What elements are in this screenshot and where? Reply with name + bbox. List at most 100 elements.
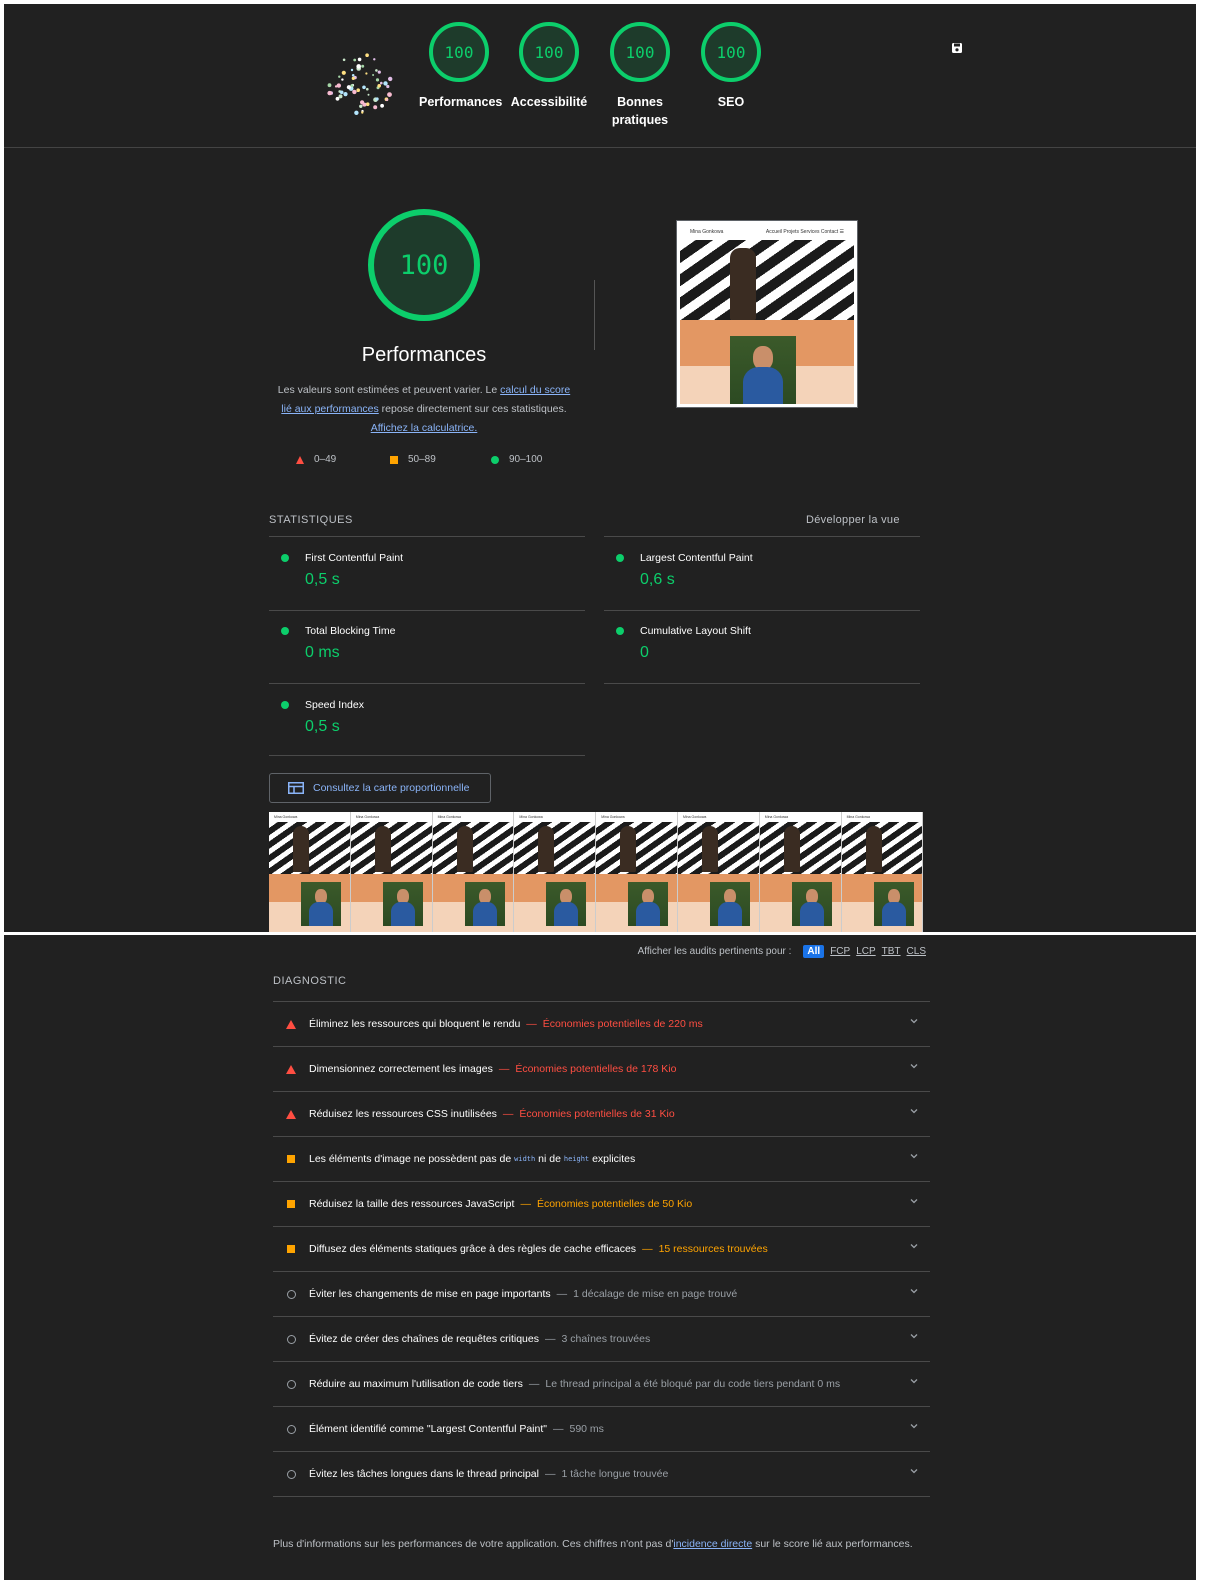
screenshot-nav-items: Accueil Projets Services Contact ☰ — [765, 229, 844, 235]
audit-dash: — — [528, 1378, 540, 1390]
code-height: height — [563, 1155, 590, 1163]
audit-list: Éliminez les ressources qui bloquent le … — [273, 1001, 930, 1497]
confetti-logo-icon — [327, 53, 393, 115]
info-circle-icon — [286, 1379, 296, 1389]
metric-name: Largest Contentful Paint — [640, 552, 753, 564]
filter-cls[interactable]: CLS — [907, 946, 926, 957]
chevron-down-icon — [910, 1064, 918, 1069]
average-square-icon — [287, 1155, 295, 1163]
info-circle-icon — [286, 1289, 296, 1299]
filmstrip-frame: Mina Gonkowa — [514, 812, 597, 932]
metric-name: Total Blocking Time — [305, 625, 396, 637]
filmstrip-frame: Mina Gonkowa — [759, 812, 842, 932]
vertical-divider — [594, 280, 595, 350]
screenshot-site-title: Mina Gonkowa — [690, 229, 724, 235]
metric-value: 0,5 s — [305, 718, 340, 735]
audit-unused-css[interactable]: Réduisez les ressources CSS inutilisées … — [273, 1092, 930, 1137]
metric-value: 0,6 s — [640, 571, 675, 588]
audit-filter: Afficher les audits pertinents pour : Al… — [4, 945, 926, 958]
filmstrip-frame: Mina Gonkowa — [432, 812, 515, 932]
audit-title: ni de — [538, 1153, 561, 1165]
calculator-link[interactable]: Affichez la calculatrice. — [371, 422, 478, 434]
chevron-down-icon — [910, 1199, 918, 1204]
frame-site-title: Mina Gonkowa — [355, 815, 380, 819]
metric-cls: Cumulative Layout Shift 0 — [604, 625, 904, 662]
audit-title: Évitez les tâches longues dans le thread… — [309, 1468, 539, 1480]
pass-circle-icon — [281, 701, 289, 709]
statistics-heading: STATISTIQUES — [269, 514, 353, 526]
filter-lcp[interactable]: LCP — [856, 946, 875, 957]
gauge-accessibility-score: 100 — [519, 22, 579, 82]
audit-image-sizes[interactable]: Dimensionnez correctement les images — É… — [273, 1047, 930, 1092]
metric-tbt: Total Blocking Time 0 ms — [269, 625, 569, 662]
frame-site-title: Mina Gonkowa — [682, 815, 707, 819]
audit-unsized-images[interactable]: Les éléments d'image ne possèdent pas de… — [273, 1137, 930, 1182]
frame-site-title: Mina Gonkowa — [519, 815, 543, 819]
audit-detail: 590 ms — [569, 1423, 604, 1435]
pass-circle-icon — [491, 455, 499, 464]
audit-dash: — — [556, 1288, 568, 1300]
frame-site-title: Mina Gonkowa — [846, 815, 870, 819]
metric-fcp: First Contentful Paint 0,5 s — [269, 552, 569, 589]
metric-name: First Contentful Paint — [305, 552, 404, 564]
info-circle-icon — [286, 1424, 296, 1434]
audit-dash: — — [544, 1468, 556, 1480]
audit-dash: — — [526, 1018, 537, 1030]
description-text: Les valeurs sont estimées et peuvent var… — [277, 384, 501, 396]
gauge-best-practices-score: 100 — [610, 22, 670, 82]
final-screenshot[interactable]: Mina Gonkowa Accueil Projets Services Co… — [676, 220, 858, 408]
chevron-down-icon — [910, 1244, 918, 1249]
metric-value: 0,5 s — [305, 571, 340, 588]
audit-cache-policy[interactable]: Diffusez des éléments statiques grâce à … — [273, 1227, 930, 1272]
audit-detail: 1 tâche longue trouvée — [561, 1468, 669, 1480]
audit-title: Les éléments d'image ne possèdent pas de — [309, 1153, 512, 1165]
audit-third-party[interactable]: Réduire au maximum l'utilisation de code… — [273, 1362, 930, 1407]
gauge-seo[interactable]: 100 SEO — [671, 22, 791, 111]
audit-minify-js[interactable]: Réduisez la taille des ressources JavaSc… — [273, 1182, 930, 1227]
audit-title: explicites — [592, 1153, 636, 1165]
filter-tbt[interactable]: TBT — [882, 946, 901, 957]
metric-name: Speed Index — [305, 699, 364, 711]
audit-dash: — — [642, 1243, 653, 1255]
report-top-panel: 100 Performances 100 Accessibilité 100 B… — [4, 4, 1196, 932]
performance-description: Les valeurs sont estimées et peuvent var… — [276, 381, 572, 438]
audit-detail: Économies potentielles de 31 Kio — [519, 1108, 675, 1120]
audit-long-tasks[interactable]: Évitez les tâches longues dans le thread… — [273, 1452, 930, 1497]
screenshot-nav: Mina Gonkowa Accueil Projets Services Co… — [680, 224, 854, 240]
filmstrip-frame: Mina Gonkowa — [269, 812, 351, 932]
frame-site-title: Mina Gonkowa — [437, 815, 461, 819]
filter-fcp[interactable]: FCP — [830, 946, 850, 957]
expand-view-toggle[interactable]: Développer la vue — [806, 514, 900, 526]
direct-impact-link[interactable]: incidence directe — [673, 1538, 752, 1550]
frame-site-title: Mina Gonkowa — [601, 815, 625, 819]
audit-critical-chains[interactable]: Évitez de créer des chaînes de requêtes … — [273, 1317, 930, 1362]
info-circle-icon — [286, 1334, 296, 1344]
frame-site-title: Mina Gonkowa — [764, 815, 789, 819]
chevron-down-icon — [910, 1334, 918, 1339]
treemap-button[interactable]: Consultez la carte proportionnelle — [269, 773, 491, 803]
pass-circle-icon — [616, 554, 624, 562]
performance-title: Performances — [361, 344, 487, 366]
pass-circle-icon — [616, 627, 624, 635]
chevron-down-icon — [910, 1289, 918, 1294]
audit-render-blocking[interactable]: Éliminez les ressources qui bloquent le … — [273, 1002, 930, 1047]
save-icon[interactable] — [951, 42, 963, 54]
metric-lcp: Largest Contentful Paint 0,6 s — [604, 552, 904, 589]
description-text: repose directement sur ces statistiques. — [378, 403, 567, 415]
filter-all[interactable]: All — [803, 945, 825, 958]
audit-detail: Économies potentielles de 50 Kio — [536, 1198, 693, 1210]
audit-lcp-element[interactable]: Élément identifié comme "Largest Content… — [273, 1407, 930, 1452]
audit-dash: — — [553, 1423, 564, 1435]
metric-value: 0 ms — [305, 644, 340, 661]
audit-layout-shifts[interactable]: Éviter les changements de mise en page i… — [273, 1272, 930, 1317]
info-circle-icon — [286, 1469, 296, 1479]
metric-speed-index: Speed Index 0,5 s — [269, 699, 569, 736]
audit-title: Éliminez les ressources qui bloquent le … — [309, 1018, 521, 1030]
audit-dash: — — [502, 1108, 514, 1120]
filmstrip-frame: Mina Gonkowa — [350, 812, 433, 932]
diagnostic-footnote: Plus d'informations sur les performances… — [273, 1535, 913, 1554]
screenshot-hero-image — [680, 240, 854, 320]
audit-title: Éviter les changements de mise en page i… — [309, 1288, 551, 1300]
filter-label: Afficher les audits pertinents pour : — [637, 946, 792, 957]
metric-name: Cumulative Layout Shift — [640, 625, 751, 637]
